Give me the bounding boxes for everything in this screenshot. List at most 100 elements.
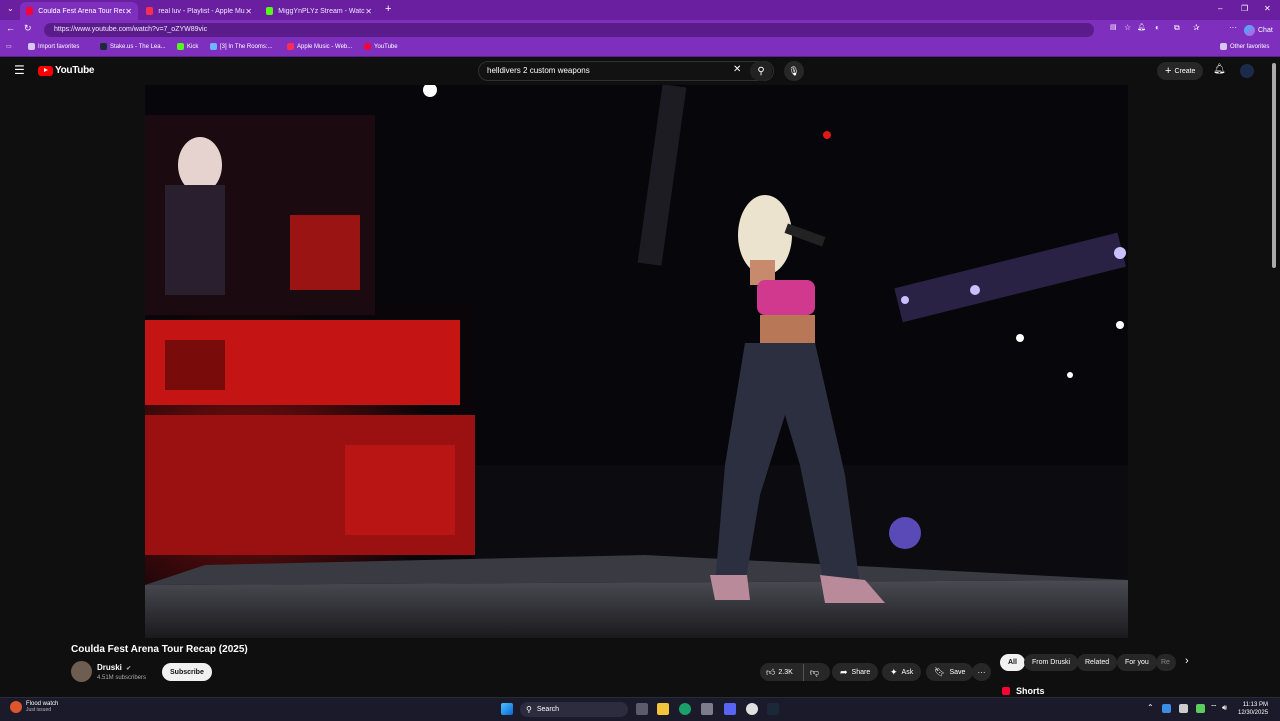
channel-name-row[interactable]: Druski ✔ <box>97 663 131 672</box>
collections-icon[interactable]: ✰ <box>1193 23 1200 32</box>
refresh-icon[interactable]: ↻ <box>24 23 32 34</box>
tray-app-icon[interactable] <box>1162 704 1171 713</box>
search-button-icon[interactable]: ⚲ <box>750 61 772 81</box>
chat-label: Chat <box>1258 26 1273 34</box>
shorts-heading: Shorts <box>1002 686 1045 696</box>
subscriber-count: 4.51M subscribers <box>97 675 147 681</box>
like-count[interactable]: 2.3K <box>778 664 792 681</box>
restore-icon[interactable]: ❐ <box>1241 4 1248 13</box>
folder-icon <box>28 43 35 50</box>
start-windows-icon[interactable] <box>501 703 513 715</box>
shorts-label: Shorts <box>1016 686 1045 696</box>
extensions-icon[interactable]: ◐ <box>1155 23 1160 32</box>
create-label: Create <box>1174 67 1196 75</box>
close-tab-icon[interactable]: ✕ <box>365 7 372 16</box>
bookmark-import-favorites[interactable]: Import favorites <box>28 43 79 50</box>
notifications-bell-icon[interactable]: 🔔︎ <box>1213 64 1226 75</box>
reader-icon[interactable]: ▤ <box>1110 23 1117 31</box>
folder-icon <box>1220 43 1227 50</box>
taskbar-search-box[interactable]: ⚲ Search <box>520 702 628 717</box>
minimize-icon[interactable]: – <box>1218 4 1222 13</box>
chip-for-you[interactable]: For you <box>1117 654 1157 671</box>
edge-browser-icon[interactable] <box>679 703 691 715</box>
bookmark-kick[interactable]: Kick <box>177 43 198 50</box>
volume-icon[interactable]: 🔊︎ <box>1222 703 1227 713</box>
chip-from-druski[interactable]: From Druski <box>1024 654 1079 671</box>
thumbs-up-icon[interactable]: 👍︎ <box>766 664 775 681</box>
save-label: Save <box>949 668 966 676</box>
task-view-icon[interactable] <box>636 703 648 715</box>
notifications-icon[interactable]: 🔔︎ <box>1137 23 1146 31</box>
copilot-chat-button[interactable]: Chat <box>1244 23 1273 37</box>
weather-widget[interactable]: Flood watch Just issued <box>10 701 58 713</box>
nvidia-icon[interactable] <box>1196 704 1205 713</box>
rooms-icon <box>210 43 217 50</box>
favorite-star-icon[interactable]: ☆ <box>1124 23 1131 32</box>
account-avatar-icon[interactable] <box>1240 64 1254 78</box>
hamburger-menu-icon[interactable]: ☰ <box>14 63 25 77</box>
tab-title: Coulda Fest Arena Tour Recap <box>38 7 126 15</box>
channel-avatar[interactable] <box>71 661 92 682</box>
sidebar-toggle-icon[interactable]: ▭ <box>6 43 12 50</box>
browser-tab-bar: ⌄ Coulda Fest Arena Tour Recap ✕ real lu… <box>0 0 1280 20</box>
shorts-logo-icon <box>1002 687 1010 695</box>
close-tab-icon[interactable]: ✕ <box>125 7 132 16</box>
video-player[interactable] <box>145 85 1128 638</box>
tab-title: MiggYnPLYz Stream - Watch L <box>278 7 366 15</box>
subscribe-button[interactable]: Subscribe <box>162 663 212 681</box>
stake-icon <box>100 43 107 50</box>
clock-date: 12/30/2025 <box>1238 710 1269 716</box>
weather-alert-icon <box>10 701 22 713</box>
ask-button[interactable]: ✦ Ask <box>882 663 922 681</box>
discord-icon[interactable] <box>724 703 736 715</box>
steam-icon[interactable] <box>767 703 779 715</box>
tab-youtube[interactable]: Coulda Fest Arena Tour Recap ✕ <box>20 2 138 20</box>
kick-icon <box>177 43 184 50</box>
chip-truncated[interactable]: Re <box>1156 654 1176 671</box>
clear-search-icon[interactable]: ✕ <box>733 64 741 75</box>
settings-gear-icon[interactable] <box>701 703 713 715</box>
chrome-icon[interactable] <box>746 703 758 715</box>
file-explorer-icon[interactable] <box>657 703 669 715</box>
channel-name: Druski <box>97 663 122 672</box>
url-field[interactable]: https://www.youtube.com/watch?v=7_oZYW89… <box>44 23 1094 37</box>
tray-overflow-icon[interactable]: ⌃ <box>1147 703 1154 712</box>
wifi-icon[interactable]: ⌔ <box>1210 703 1218 713</box>
back-icon[interactable]: ← <box>6 23 15 33</box>
youtube-play-logo-icon <box>38 65 53 76</box>
clock[interactable]: 11:13 PM 12/30/2025 <box>1238 701 1268 717</box>
more-menu-icon[interactable]: ··· <box>1229 23 1237 32</box>
bookmarks-bar: ▭ Import favorites Stake.us - The Lea...… <box>0 40 1280 57</box>
tab-apple-music[interactable]: real luv - Playlist - Apple Music ✕ <box>140 2 258 20</box>
create-button[interactable]: + Create <box>1157 62 1204 80</box>
chip-related[interactable]: Related <box>1077 654 1118 671</box>
tab-kick-stream[interactable]: MiggYnPLYz Stream - Watch L ✕ <box>260 2 378 20</box>
bookmark-apple-music[interactable]: Apple Music - Web... <box>287 43 352 50</box>
share-button[interactable]: ➦ Share <box>832 663 879 681</box>
save-button[interactable]: 🔖︎ Save <box>926 663 974 681</box>
clock-time: 11:13 PM <box>1242 702 1269 708</box>
onedrive-icon[interactable] <box>1179 704 1188 713</box>
close-window-icon[interactable]: ✕ <box>1264 4 1271 13</box>
bookmark-other-favorites[interactable]: Other favorites <box>1220 43 1269 50</box>
split-screen-icon[interactable]: ⧉ <box>1174 23 1180 33</box>
new-tab-icon[interactable]: + <box>385 3 391 15</box>
chip-all[interactable]: All <box>1000 654 1025 671</box>
search-input[interactable]: helldivers 2 custom weapons <box>478 61 774 81</box>
bookmark-stake[interactable]: Stake.us - The Lea... <box>100 43 166 50</box>
youtube-logo[interactable]: YouTube <box>38 65 95 76</box>
windows-taskbar: Flood watch Just issued ⚲ Search ⌃ ⌔ 🔊︎ … <box>0 697 1280 721</box>
voice-search-icon[interactable]: 🎙︎ <box>784 61 804 81</box>
like-dislike-group: 👍︎ 2.3K 👎︎ <box>760 663 830 681</box>
verified-check-icon: ✔ <box>126 666 132 672</box>
logo-text: YouTube <box>55 65 95 76</box>
video-title: Coulda Fest Arena Tour Recap (2025) <box>71 644 248 655</box>
chips-next-chevron-icon[interactable]: › <box>1185 655 1189 667</box>
bookmark-youtube[interactable]: YouTube <box>364 43 398 50</box>
close-tab-icon[interactable]: ✕ <box>245 7 252 16</box>
more-actions-icon[interactable]: ··· <box>972 663 991 681</box>
page-scrollbar[interactable] <box>1272 63 1276 268</box>
bookmark-in-the-rooms[interactable]: [3] In The Rooms:... <box>210 43 273 50</box>
thumbs-down-icon[interactable]: 👎︎ <box>802 663 819 681</box>
tab-list-icon[interactable]: ⌄ <box>7 4 14 13</box>
